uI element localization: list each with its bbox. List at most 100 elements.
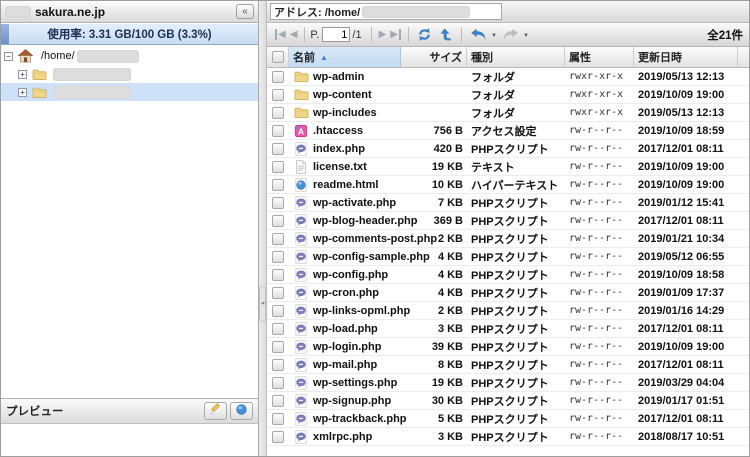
file-type: PHPスクリプト (467, 321, 565, 337)
file-modified-date: 2019/03/29 04:04 (634, 377, 738, 389)
navigation-toolbar: ◀ ◀ P. /1 ▶ ▶ (267, 23, 749, 47)
last-page-icon[interactable]: ▶ (388, 29, 403, 40)
tree-folder-item[interactable]: + (1, 65, 258, 83)
file-permissions: rw-r--r-- (565, 341, 634, 352)
row-checkbox[interactable] (272, 287, 284, 299)
row-checkbox[interactable] (272, 197, 284, 209)
table-row[interactable]: wp-adminフォルダrwxr-xr-x2019/05/13 12:13 (267, 68, 749, 86)
row-checkbox[interactable] (272, 215, 284, 227)
table-row[interactable]: wp-load.php3 KBPHPスクリプトrw-r--r--2017/12/… (267, 320, 749, 338)
disk-usage-text: 使用率: 3.31 GB/100 GB (3.3%) (47, 26, 211, 42)
column-header-type[interactable]: 種別 (467, 47, 565, 67)
undo-icon[interactable] (470, 28, 487, 41)
row-checkbox[interactable] (272, 431, 284, 443)
page-number-input[interactable] (322, 27, 350, 42)
row-checkbox[interactable] (272, 305, 284, 317)
file-permissions: rw-r--r-- (565, 431, 634, 442)
table-row[interactable]: wp-includesフォルダrwxr-xr-x2019/05/13 12:13 (267, 104, 749, 122)
sidebar-collapse-button[interactable]: « (236, 4, 254, 19)
column-header-perm[interactable]: 属性 (565, 47, 634, 67)
table-row[interactable]: xmlrpc.php3 KBPHPスクリプトrw-r--r--2018/08/1… (267, 428, 749, 446)
refresh-icon[interactable] (417, 27, 432, 42)
up-directory-icon[interactable] (438, 27, 453, 42)
tree-folder-item[interactable]: + (1, 83, 258, 101)
table-row[interactable]: wp-signup.php30 KBPHPスクリプトrw-r--r--2019/… (267, 392, 749, 410)
expand-twisty-icon[interactable]: + (18, 70, 27, 79)
row-checkbox[interactable] (272, 395, 284, 407)
row-checkbox[interactable] (272, 359, 284, 371)
table-row[interactable]: wp-settings.php19 KBPHPスクリプトrw-r--r--201… (267, 374, 749, 392)
row-checkbox[interactable] (272, 251, 284, 263)
expand-twisty-icon[interactable]: + (18, 88, 27, 97)
table-row[interactable]: wp-contentフォルダrwxr-xr-x2019/10/09 19:00 (267, 86, 749, 104)
file-modified-date: 2019/01/12 15:41 (634, 197, 738, 209)
row-checkbox[interactable] (272, 161, 284, 173)
column-header-name[interactable]: 名前 ▲ (289, 47, 401, 67)
redo-dropdown-icon[interactable]: ▼ (523, 33, 529, 39)
splitter-collapse-handle[interactable]: ◂ (259, 286, 266, 322)
file-name: wp-admin (313, 71, 364, 83)
file-modified-date: 2019/10/09 18:59 (634, 125, 738, 137)
table-row[interactable]: A.htaccess756 Bアクセス設定rw-r--r--2019/10/09… (267, 122, 749, 140)
file-modified-date: 2019/01/16 14:29 (634, 305, 738, 317)
view-browser-icon (235, 403, 248, 419)
table-row[interactable]: wp-comments-post.php2 KBPHPスクリプトrw-r--r-… (267, 230, 749, 248)
table-row[interactable]: wp-config-sample.php4 KBPHPスクリプトrw-r--r-… (267, 248, 749, 266)
file-size: 3 KB (401, 323, 467, 335)
table-row[interactable]: wp-activate.php7 KBPHPスクリプトrw-r--r--2019… (267, 194, 749, 212)
column-header-size[interactable]: サイズ (401, 47, 467, 67)
file-permissions: rw-r--r-- (565, 125, 634, 136)
edit-button[interactable] (204, 402, 227, 420)
table-row[interactable]: wp-login.php39 KBPHPスクリプトrw-r--r--2019/1… (267, 338, 749, 356)
file-modified-date: 2017/12/01 08:11 (634, 143, 738, 155)
file-size: 5 KB (401, 413, 467, 425)
table-row[interactable]: readme.html10 KBハイパーテキストrw-r--r--2019/10… (267, 176, 749, 194)
row-checkbox[interactable] (272, 233, 284, 245)
tree-root-home[interactable]: − /home/ (1, 47, 258, 65)
php-icon (293, 357, 309, 372)
row-checkbox[interactable] (272, 89, 284, 101)
file-permissions: rw-r--r-- (565, 215, 634, 226)
address-field[interactable]: アドレス: /home/ (270, 3, 502, 20)
row-checkbox[interactable] (272, 71, 284, 83)
file-permissions: rw-r--r-- (565, 305, 634, 316)
row-checkbox[interactable] (272, 341, 284, 353)
redo-icon[interactable] (502, 28, 519, 41)
table-row[interactable]: wp-trackback.php5 KBPHPスクリプトrw-r--r--201… (267, 410, 749, 428)
row-checkbox[interactable] (272, 125, 284, 137)
undo-dropdown-icon[interactable]: ▼ (491, 33, 497, 39)
table-row[interactable]: index.php420 BPHPスクリプトrw-r--r--2017/12/0… (267, 140, 749, 158)
row-checkbox[interactable] (272, 323, 284, 335)
table-row[interactable]: wp-links-opml.php2 KBPHPスクリプトrw-r--r--20… (267, 302, 749, 320)
redacted-server-name (5, 6, 31, 18)
row-checkbox[interactable] (272, 269, 284, 281)
file-permissions: rw-r--r-- (565, 359, 634, 370)
file-size: 420 B (401, 143, 467, 155)
file-permissions: rw-r--r-- (565, 161, 634, 172)
row-checkbox[interactable] (272, 143, 284, 155)
row-checkbox[interactable] (272, 413, 284, 425)
file-size: 39 KB (401, 341, 467, 353)
row-checkbox[interactable] (272, 107, 284, 119)
folder-icon (31, 67, 47, 82)
collapse-twisty-icon[interactable]: − (4, 52, 13, 61)
prev-page-icon[interactable]: ◀ (288, 29, 300, 40)
table-row[interactable]: wp-blog-header.php369 BPHPスクリプトrw-r--r--… (267, 212, 749, 230)
file-name: wp-config.php (313, 269, 388, 281)
file-modified-date: 2019/05/12 06:55 (634, 251, 738, 263)
row-checkbox[interactable] (272, 179, 284, 191)
column-header-date[interactable]: 更新日時 (634, 47, 738, 67)
next-page-icon[interactable]: ▶ (377, 29, 389, 40)
view-in-browser-button[interactable] (230, 402, 253, 420)
table-row[interactable]: license.txt19 KBテキストrw-r--r--2019/10/09 … (267, 158, 749, 176)
table-row[interactable]: wp-cron.php4 KBPHPスクリプトrw-r--r--2019/01/… (267, 284, 749, 302)
panel-splitter[interactable]: ◂ (259, 1, 267, 456)
first-page-icon[interactable]: ◀ (273, 29, 288, 40)
file-modified-date: 2017/12/01 08:11 (634, 323, 738, 335)
table-row[interactable]: wp-config.php4 KBPHPスクリプトrw-r--r--2019/1… (267, 266, 749, 284)
row-checkbox[interactable] (272, 377, 284, 389)
file-modified-date: 2017/12/01 08:11 (634, 413, 738, 425)
select-all-checkbox[interactable] (272, 51, 284, 63)
file-size: 756 B (401, 125, 467, 137)
table-row[interactable]: wp-mail.php8 KBPHPスクリプトrw-r--r--2017/12/… (267, 356, 749, 374)
